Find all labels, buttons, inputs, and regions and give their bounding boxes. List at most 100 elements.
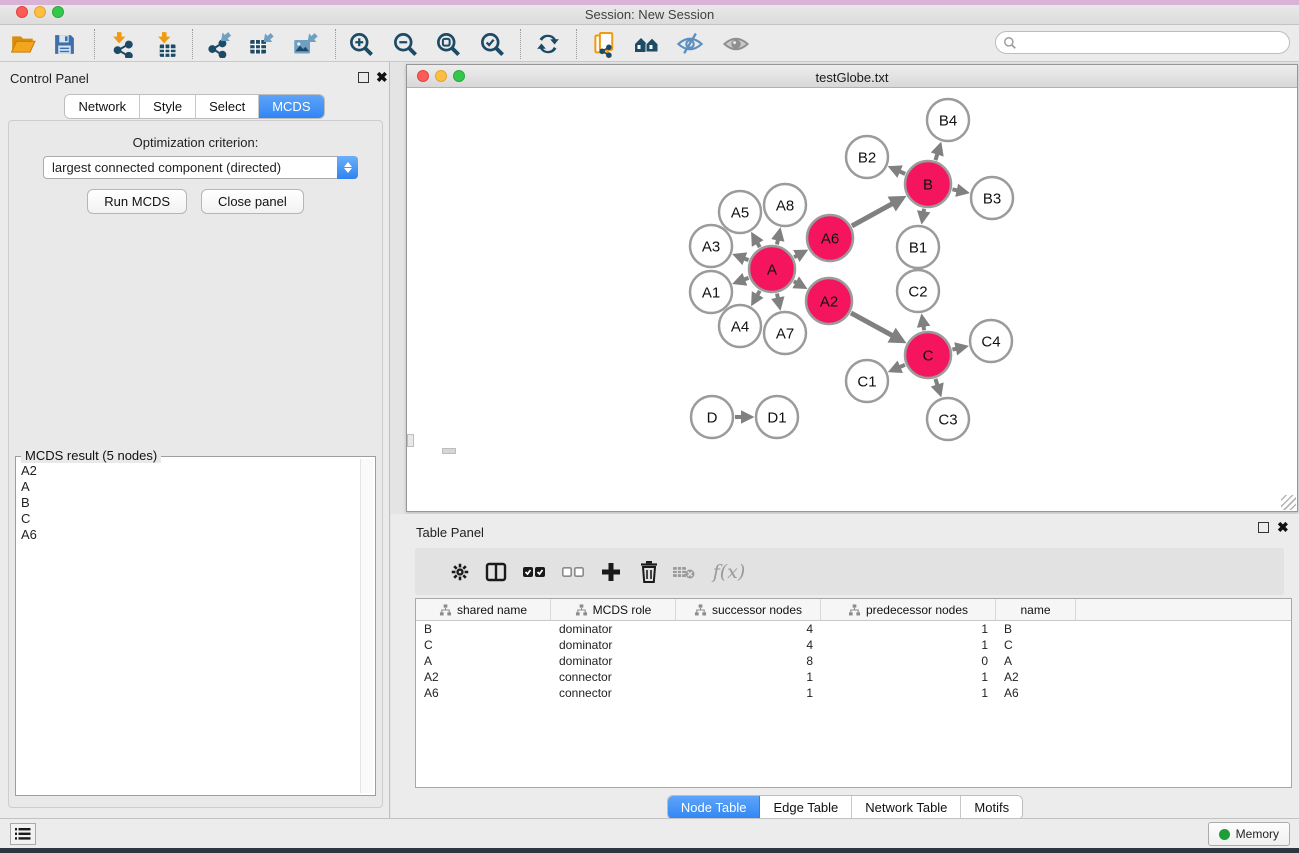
zoom-out-icon[interactable] (391, 30, 419, 58)
delete-table-icon[interactable] (669, 557, 699, 587)
graph-node-A7[interactable]: A7 (764, 312, 806, 354)
column-header-successor-nodes[interactable]: successor nodes (676, 599, 821, 620)
criterion-dropdown[interactable]: largest connected component (directed) (43, 156, 358, 179)
horizontal-splitter-handle[interactable] (442, 448, 456, 454)
graph-edge-A-A4[interactable] (757, 291, 760, 296)
node-table-body[interactable]: Bdominator41BCdominator41CAdominator80AA… (416, 621, 1291, 701)
tab-motifs[interactable]: Motifs (961, 796, 1022, 819)
delete-column-icon[interactable] (634, 557, 664, 587)
graph-edge-B-B4[interactable] (935, 153, 937, 160)
tab-node-table[interactable]: Node Table (668, 796, 761, 819)
graph-node-C4[interactable]: C4 (970, 320, 1012, 362)
mcds-result-list[interactable]: A2ABCA6 (18, 463, 359, 793)
graph-node-A4[interactable]: A4 (719, 305, 761, 347)
graph-node-D[interactable]: D (691, 396, 733, 438)
add-column-icon[interactable] (596, 557, 626, 587)
graph-node-B1[interactable]: B1 (897, 226, 939, 268)
import-network-icon[interactable] (107, 30, 135, 58)
export-image-icon[interactable] (291, 30, 319, 58)
result-scrollbar[interactable] (360, 459, 373, 793)
graph-edge-A6-B[interactable] (852, 203, 894, 226)
tab-select[interactable]: Select (196, 95, 259, 118)
tab-edge-table[interactable]: Edge Table (760, 796, 852, 819)
import-table-icon[interactable] (152, 30, 180, 58)
graph-edge-B-B1[interactable] (923, 209, 924, 213)
graph-edge-A-A2[interactable] (794, 281, 797, 283)
graph-node-D1[interactable]: D1 (756, 396, 798, 438)
table-float-icon[interactable] (1258, 522, 1269, 533)
graph-node-A[interactable]: A (749, 246, 795, 292)
table-row[interactable]: A2connector11A2 (416, 669, 1291, 685)
graph-node-C2[interactable]: C2 (897, 270, 939, 312)
tab-network-table[interactable]: Network Table (852, 796, 961, 819)
table-row[interactable]: Cdominator41C (416, 637, 1291, 653)
tab-style[interactable]: Style (140, 95, 196, 118)
graph-edge-B-B2[interactable] (899, 171, 906, 174)
graph-edge-C-C4[interactable] (952, 349, 957, 350)
graph-edge-A-A6[interactable] (794, 255, 798, 257)
show-graphics-details-icon[interactable] (722, 30, 750, 58)
show-column-icon[interactable] (481, 557, 511, 587)
graph-edge-C-C1[interactable] (899, 365, 905, 368)
graph-node-A5[interactable]: A5 (719, 191, 761, 233)
list-item[interactable]: A (18, 479, 359, 495)
graph-edge-B-B3[interactable] (952, 189, 958, 190)
graph-node-A6[interactable]: A6 (807, 215, 853, 261)
graph-edge-A-A3[interactable] (743, 258, 748, 260)
list-item[interactable]: A6 (18, 527, 359, 543)
table-row[interactable]: Adominator80A (416, 653, 1291, 669)
task-history-button[interactable] (10, 823, 36, 845)
run-mcds-button[interactable]: Run MCDS (87, 189, 187, 214)
graph-node-C[interactable]: C (905, 332, 951, 378)
graph-edge-A-A1[interactable] (743, 278, 748, 280)
table-row[interactable]: Bdominator41B (416, 621, 1291, 637)
search-field[interactable] (995, 31, 1290, 54)
column-header-shared-name[interactable]: shared name (416, 599, 551, 620)
network-from-selection-icon[interactable] (591, 30, 619, 58)
splitter-handle-icon[interactable] (407, 434, 414, 447)
tab-network[interactable]: Network (65, 95, 140, 118)
graph-node-A1[interactable]: A1 (690, 271, 732, 313)
graph-edge-A-A7[interactable] (777, 293, 778, 299)
column-header-name[interactable]: name (996, 599, 1076, 620)
graph-edge-A-A5[interactable] (757, 242, 760, 247)
list-item[interactable]: C (18, 511, 359, 527)
graph-node-A2[interactable]: A2 (806, 278, 852, 324)
hide-graphics-details-icon[interactable] (676, 30, 704, 58)
refresh-view-icon[interactable] (534, 30, 562, 58)
graph-edge-C-C2[interactable] (923, 325, 924, 330)
save-session-icon[interactable] (50, 30, 78, 58)
export-network-icon[interactable] (204, 30, 232, 58)
graph-node-B2[interactable]: B2 (846, 136, 888, 178)
graph-edge-C-C3[interactable] (935, 379, 937, 386)
close-panel-button[interactable]: Close panel (201, 189, 304, 214)
graph-edge-A-A8[interactable] (777, 239, 778, 245)
network-window-titlebar[interactable]: testGlobe.txt (407, 65, 1297, 88)
graph-node-A8[interactable]: A8 (764, 184, 806, 226)
table-close-icon[interactable]: ✖ (1277, 520, 1289, 534)
open-file-icon[interactable] (9, 30, 37, 58)
tab-mcds[interactable]: MCDS (259, 95, 323, 118)
select-all-icon[interactable] (519, 557, 549, 587)
zoom-fit-icon[interactable] (434, 30, 462, 58)
column-header-predecessor-nodes[interactable]: predecessor nodes (821, 599, 996, 620)
graph-node-B[interactable]: B (905, 161, 951, 207)
memory-button[interactable]: Memory (1208, 822, 1290, 846)
list-item[interactable]: A2 (18, 463, 359, 479)
graph-node-B3[interactable]: B3 (971, 177, 1013, 219)
graph-node-B4[interactable]: B4 (927, 99, 969, 141)
network-canvas[interactable]: B4 B2 B B3 A8A5 A6 A3 B1 A A1 C2 A2 A4A7 C4 C C1 D D1 C3 (407, 88, 1297, 511)
zoom-in-icon[interactable] (347, 30, 375, 58)
search-input[interactable] (1021, 36, 1289, 50)
float-panel-icon[interactable] (358, 72, 369, 83)
graph-edge-A2-C[interactable] (851, 313, 893, 336)
graph-node-A3[interactable]: A3 (690, 225, 732, 267)
close-panel-icon[interactable]: ✖ (376, 70, 388, 84)
graph-node-C3[interactable]: C3 (927, 398, 969, 440)
resize-grip-icon[interactable] (1281, 495, 1296, 510)
column-header-mcds-role[interactable]: MCDS role (551, 599, 676, 620)
table-row[interactable]: A6connector11A6 (416, 685, 1291, 701)
table-options-icon[interactable] (445, 557, 475, 587)
export-table-icon[interactable] (247, 30, 275, 58)
graph-node-C1[interactable]: C1 (846, 360, 888, 402)
